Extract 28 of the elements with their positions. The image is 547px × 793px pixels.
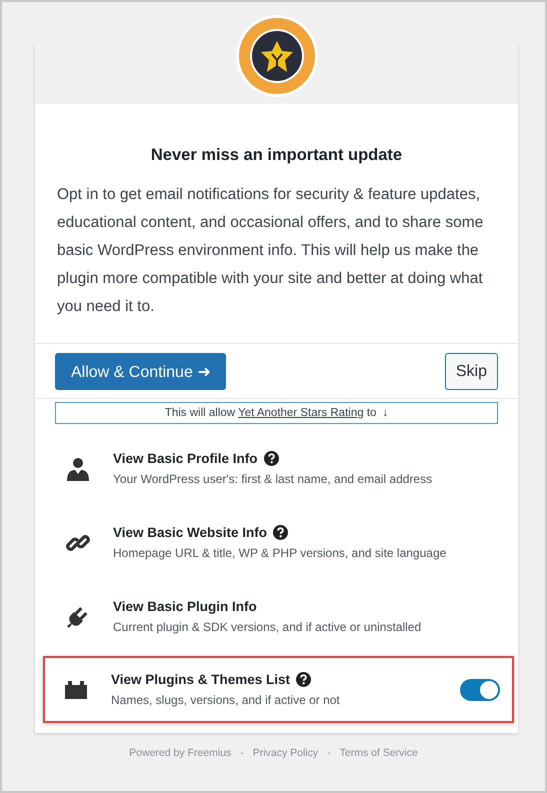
footer-link[interactable]: Privacy Policy (252, 747, 318, 759)
intro-text: Opt in to get email notifications for security & feature updates, educational content, and occasional offers, and to share some basic WordPress environment info. This will help us make the plugin more compatible with your site and better at doing what you need it to. (57, 185, 484, 317)
permission-description: Current plugin & SDK versions, and if active or uninstalled (113, 620, 422, 634)
footer-link[interactable]: Terms of Service (340, 747, 418, 759)
help-icon[interactable] (264, 451, 279, 466)
notice-text: This will allow Yet Another Stars Rating to (164, 407, 376, 419)
permission-description: Names, slugs, versions, and if active or not (111, 693, 341, 707)
permission-title: View Basic Website Info (113, 525, 268, 540)
permission-title: View Plugins & Themes List (111, 672, 290, 687)
permission-description: Your WordPress user's: first & last name, and email address (113, 472, 434, 486)
permission-title: View Basic Plugin Info (113, 599, 257, 614)
toggle-switch[interactable] (460, 678, 500, 700)
permissions-notice[interactable]: This will allow Yet Another Stars Rating to ↓ (55, 402, 498, 424)
separator-dash: - (327, 747, 331, 759)
dialog-title: Never miss an important update (150, 146, 404, 165)
person-icon (65, 456, 91, 480)
help-icon[interactable] (273, 525, 288, 540)
blocks-icon (63, 680, 89, 698)
permission-title: View Basic Profile Info (113, 451, 258, 466)
help-icon[interactable] (296, 672, 312, 687)
footer-link[interactable]: Powered by Freemius (129, 747, 232, 759)
star-logo-icon (235, 14, 319, 98)
separator-dash: - (240, 747, 244, 759)
plugin-link[interactable]: Yet Another Stars Rating (238, 407, 364, 419)
skip-button[interactable]: Skip (444, 353, 498, 390)
permission-description: Homepage URL & title, WP & PHP versions, and site language (113, 546, 448, 560)
down-arrow-icon: ↓ (382, 407, 388, 419)
allow-continue-button[interactable]: Allow & Continue ➜ (55, 353, 226, 390)
